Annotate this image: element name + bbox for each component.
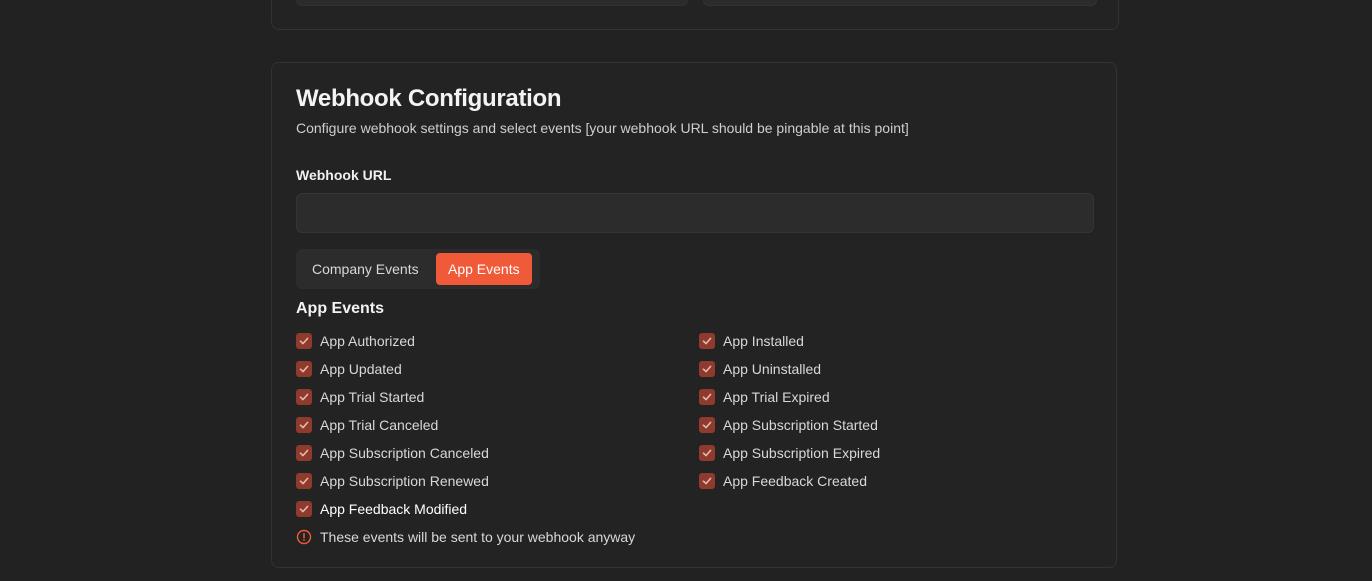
event-label: App Authorized [320, 333, 415, 349]
notice-text: These events will be sent to your webhoo… [320, 529, 636, 545]
card-title: Webhook Configuration [296, 85, 562, 112]
event-checkbox-item[interactable]: App Authorized [296, 331, 415, 351]
tab-company-events[interactable]: Company Events [300, 253, 431, 285]
event-label: App Trial Canceled [320, 417, 439, 433]
card-description: Configure webhook settings and select ev… [296, 120, 909, 136]
event-label: App Subscription Expired [723, 445, 881, 461]
event-label: App Uninstalled [723, 361, 822, 377]
tab-app-events[interactable]: App Events [436, 253, 532, 285]
webhook-url-input[interactable] [296, 193, 1094, 233]
checkbox[interactable] [699, 333, 715, 349]
event-checkbox-item[interactable]: App Trial Started [296, 387, 424, 407]
check-icon [299, 337, 309, 345]
check-icon [299, 477, 309, 485]
checkbox[interactable] [296, 417, 312, 433]
event-checkbox-item[interactable]: App Trial Canceled [296, 415, 438, 435]
checkbox[interactable] [296, 473, 312, 489]
event-checkbox-item[interactable]: App Feedback Created [699, 471, 867, 491]
event-label: App Updated [320, 361, 402, 377]
event-label: App Subscription Canceled [320, 445, 489, 461]
previous-settings-card [271, 0, 1119, 30]
checkbox[interactable] [699, 389, 715, 405]
event-checkbox-item[interactable]: App Subscription Expired [699, 443, 880, 463]
checkbox[interactable] [296, 333, 312, 349]
check-icon [702, 337, 712, 345]
check-icon [299, 365, 309, 373]
event-label: App Trial Expired [723, 389, 830, 405]
event-checkbox-item[interactable]: App Feedback Modified [296, 499, 467, 519]
check-icon [702, 393, 712, 401]
section-title: App Events [296, 300, 385, 317]
event-list: App Authorized App Installed App Updated Ap… [296, 331, 1096, 531]
info-circle-icon [296, 529, 312, 545]
event-label: App Subscription Renewed [320, 473, 489, 489]
event-label: App Feedback Modified [320, 501, 468, 517]
check-icon [702, 421, 712, 429]
check-icon [299, 449, 309, 457]
check-icon [299, 505, 309, 513]
event-type-tabs: Company Events App Events [296, 249, 540, 289]
event-checkbox-item[interactable]: App Updated [296, 359, 402, 379]
check-icon [702, 365, 712, 373]
event-label: App Feedback Created [723, 473, 867, 489]
checkbox[interactable] [296, 361, 312, 377]
check-icon [299, 421, 309, 429]
notice: These events will be sent to your webhoo… [296, 527, 635, 547]
check-icon [299, 393, 309, 401]
check-icon [702, 449, 712, 457]
checkbox[interactable] [699, 361, 715, 377]
event-checkbox-item[interactable]: App Subscription Started [699, 415, 878, 435]
checkbox[interactable] [296, 501, 312, 517]
check-icon [702, 477, 712, 485]
event-checkbox-item[interactable]: App Trial Expired [699, 387, 830, 407]
checkbox[interactable] [699, 473, 715, 489]
previous-field-right[interactable] [703, 0, 1097, 6]
checkbox[interactable] [296, 389, 312, 405]
webhook-configuration-card: Webhook Configuration Configure webhook … [271, 62, 1117, 568]
checkbox[interactable] [699, 417, 715, 433]
checkbox[interactable] [296, 445, 312, 461]
event-label: App Installed [723, 333, 804, 349]
event-checkbox-item[interactable]: App Installed [699, 331, 804, 351]
event-label: App Subscription Started [723, 417, 878, 433]
event-checkbox-item[interactable]: App Subscription Renewed [296, 471, 489, 491]
event-checkbox-item[interactable]: App Uninstalled [699, 359, 821, 379]
previous-field-left[interactable] [296, 0, 688, 6]
checkbox[interactable] [699, 445, 715, 461]
event-label: App Trial Started [320, 389, 425, 405]
event-checkbox-item[interactable]: App Subscription Canceled [296, 443, 489, 463]
webhook-url-label: Webhook URL [296, 167, 392, 183]
